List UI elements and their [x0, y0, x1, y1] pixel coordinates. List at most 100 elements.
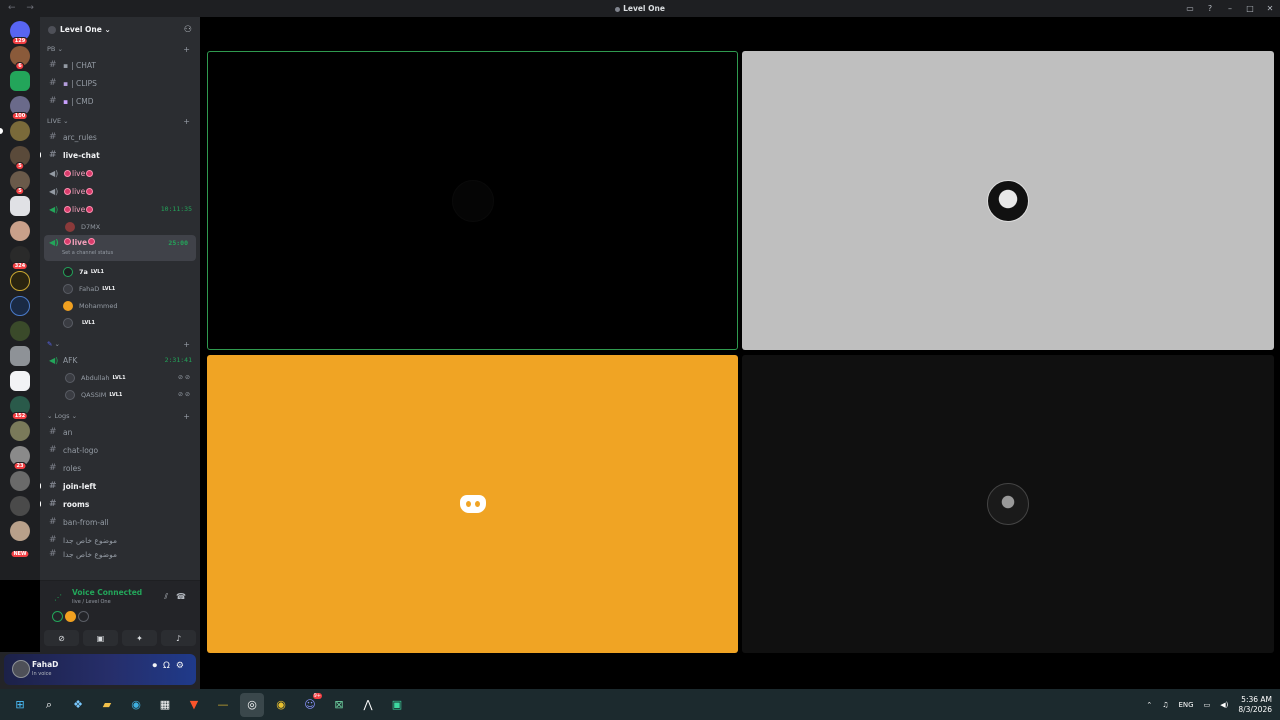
- disconnect-icon[interactable]: ☎: [176, 592, 186, 601]
- guild-icon[interactable]: [10, 296, 30, 316]
- guild-icon[interactable]: [10, 421, 30, 441]
- microphone-icon[interactable]: ⏺: [153, 661, 164, 671]
- store-icon[interactable]: ▦: [153, 693, 177, 717]
- app-icon[interactable]: ▣: [385, 693, 409, 717]
- channel-ban-from-all[interactable]: # ban-from-all: [40, 513, 200, 531]
- add-member-icon[interactable]: ⚇: [184, 25, 192, 35]
- volume-icon[interactable]: ◀): [1220, 701, 1228, 709]
- app-icon[interactable]: ⋀: [356, 693, 380, 717]
- category-logs[interactable]: ⌄ Logs ⌄ +: [40, 409, 200, 423]
- camera-off-button[interactable]: ⊘: [44, 630, 79, 646]
- voice-member[interactable]: QASSIM LVL1 ⊘ ⊘: [40, 386, 200, 403]
- voice-member[interactable]: Mohammed: [40, 297, 200, 314]
- channel-roles[interactable]: # roles: [40, 459, 200, 477]
- guild-icon[interactable]: [10, 221, 30, 241]
- guild-icon[interactable]: [10, 496, 30, 516]
- user-name[interactable]: FahaD: [32, 660, 58, 669]
- guild-icon[interactable]: 324: [10, 246, 30, 270]
- add-channel-icon[interactable]: +: [183, 117, 190, 126]
- microphone-icon[interactable]: ♫: [1162, 701, 1168, 709]
- guild-icon[interactable]: [10, 371, 30, 391]
- voice-channel-live[interactable]: ◀) live: [40, 182, 200, 200]
- guild-icon[interactable]: 100: [10, 96, 30, 120]
- channel-cmd[interactable]: # ▪ | CMD: [40, 92, 200, 110]
- channel-live-chat[interactable]: # live-chat: [40, 146, 200, 164]
- inbox-icon[interactable]: ▭: [1180, 4, 1200, 13]
- guild-icon[interactable]: [10, 321, 30, 341]
- clock[interactable]: 5:36 AM 8/3/2026: [1238, 695, 1272, 715]
- guild-icon[interactable]: 5: [10, 171, 30, 195]
- channel-arabic-topic[interactable]: # موضوع خاص جدا: [40, 549, 200, 559]
- video-tile[interactable]: [742, 51, 1274, 350]
- channel-arc-rules[interactable]: # arc_rules: [40, 128, 200, 146]
- guild-icon[interactable]: 23: [10, 446, 30, 470]
- voice-member[interactable]: LVL1: [40, 314, 200, 331]
- category-live[interactable]: LIVE ⌄ +: [40, 114, 200, 128]
- widgets-icon[interactable]: ❖: [66, 693, 90, 717]
- server-header[interactable]: Level One ⌄ ⚇: [40, 17, 200, 42]
- terminal-icon[interactable]: ⊠: [327, 693, 351, 717]
- guild-icon[interactable]: 152: [10, 396, 30, 420]
- voice-channel-live[interactable]: ◀) live 10:11:35: [40, 200, 200, 218]
- maximize-button[interactable]: □: [1240, 4, 1260, 13]
- minimize-button[interactable]: –: [1220, 4, 1240, 13]
- video-tile-speaking[interactable]: [207, 51, 738, 350]
- video-tile[interactable]: [742, 355, 1274, 653]
- guild-new[interactable]: NEW: [10, 546, 30, 566]
- network-icon[interactable]: ▭: [1204, 701, 1211, 709]
- add-channel-icon[interactable]: +: [183, 45, 190, 54]
- gear-icon[interactable]: ⚙: [176, 661, 190, 671]
- guild-icon[interactable]: [0, 121, 30, 141]
- guild-icon[interactable]: [10, 521, 30, 541]
- channel-rooms[interactable]: # rooms: [40, 495, 200, 513]
- channel-chat-logo[interactable]: # chat-logo: [40, 441, 200, 459]
- add-channel-icon[interactable]: +: [183, 412, 190, 421]
- close-button[interactable]: ✕: [1260, 4, 1280, 13]
- screen-share-button[interactable]: ▣: [83, 630, 118, 646]
- file-explorer-icon[interactable]: ▰: [95, 693, 119, 717]
- add-channel-icon[interactable]: +: [183, 340, 190, 349]
- voice-member[interactable]: D7MX: [40, 218, 200, 235]
- category-unnamed[interactable]: ✎ ⌄ +: [40, 337, 200, 351]
- user-avatar[interactable]: [12, 660, 30, 678]
- voice-member[interactable]: 7a LVL1: [40, 263, 200, 280]
- brave-icon[interactable]: ▼: [182, 693, 206, 717]
- channel-join-left[interactable]: # join-left: [40, 477, 200, 495]
- edge-icon[interactable]: ◉: [124, 693, 148, 717]
- guild-icon[interactable]: 6: [10, 46, 30, 70]
- voice-connected-location[interactable]: live / Level One: [72, 599, 111, 605]
- guild-icon[interactable]: [10, 471, 30, 491]
- voice-channel-live[interactable]: ◀) live: [40, 164, 200, 182]
- chevron-up-icon[interactable]: ⌃: [1146, 701, 1152, 709]
- language-indicator[interactable]: ENG: [1178, 701, 1193, 709]
- headphones-icon[interactable]: Ω: [163, 661, 176, 671]
- soundboard-button[interactable]: ♪: [161, 630, 196, 646]
- noise-suppression-icon[interactable]: ⫽: [164, 592, 168, 602]
- category-pb[interactable]: PB ⌄ +: [40, 42, 200, 56]
- obs-icon[interactable]: ◎: [240, 692, 264, 717]
- guild-icon[interactable]: [10, 271, 30, 291]
- voice-connected-title[interactable]: Voice Connected: [72, 588, 142, 597]
- channel-arabic-topic[interactable]: # موضوع خاص جدا: [40, 531, 200, 549]
- discord-icon[interactable]: ☺ 9+: [298, 692, 322, 717]
- voice-channel-live-active[interactable]: ◀) live 25:00 Set a channel status: [44, 235, 196, 261]
- guild-icon[interactable]: [10, 196, 30, 216]
- channel-an[interactable]: # an: [40, 423, 200, 441]
- help-icon[interactable]: ?: [1200, 4, 1220, 13]
- voice-member[interactable]: Abdullah LVL1 ⊘ ⊘: [40, 369, 200, 386]
- channel-chat[interactable]: # ▪ | CHAT: [40, 56, 200, 74]
- guild-icon[interactable]: [10, 71, 30, 91]
- guild-home[interactable]: 129: [10, 21, 30, 45]
- search-icon[interactable]: ⌕: [37, 693, 61, 717]
- activities-button[interactable]: ✦: [122, 630, 157, 646]
- channel-status-prompt[interactable]: Set a channel status: [62, 250, 113, 256]
- windows-start-icon[interactable]: ⊞: [8, 693, 32, 717]
- guild-icon[interactable]: [10, 346, 30, 366]
- voice-member[interactable]: FahaD LVL1: [40, 280, 200, 297]
- guild-icon[interactable]: 5: [10, 146, 30, 170]
- voice-channel-afk[interactable]: ◀) AFK 2:31:41: [40, 351, 200, 369]
- video-tile[interactable]: [207, 355, 738, 653]
- app-icon[interactable]: —: [211, 693, 235, 717]
- chrome-icon[interactable]: ◉: [269, 693, 293, 717]
- channel-clips[interactable]: # ▪ | CLIPS: [40, 74, 200, 92]
